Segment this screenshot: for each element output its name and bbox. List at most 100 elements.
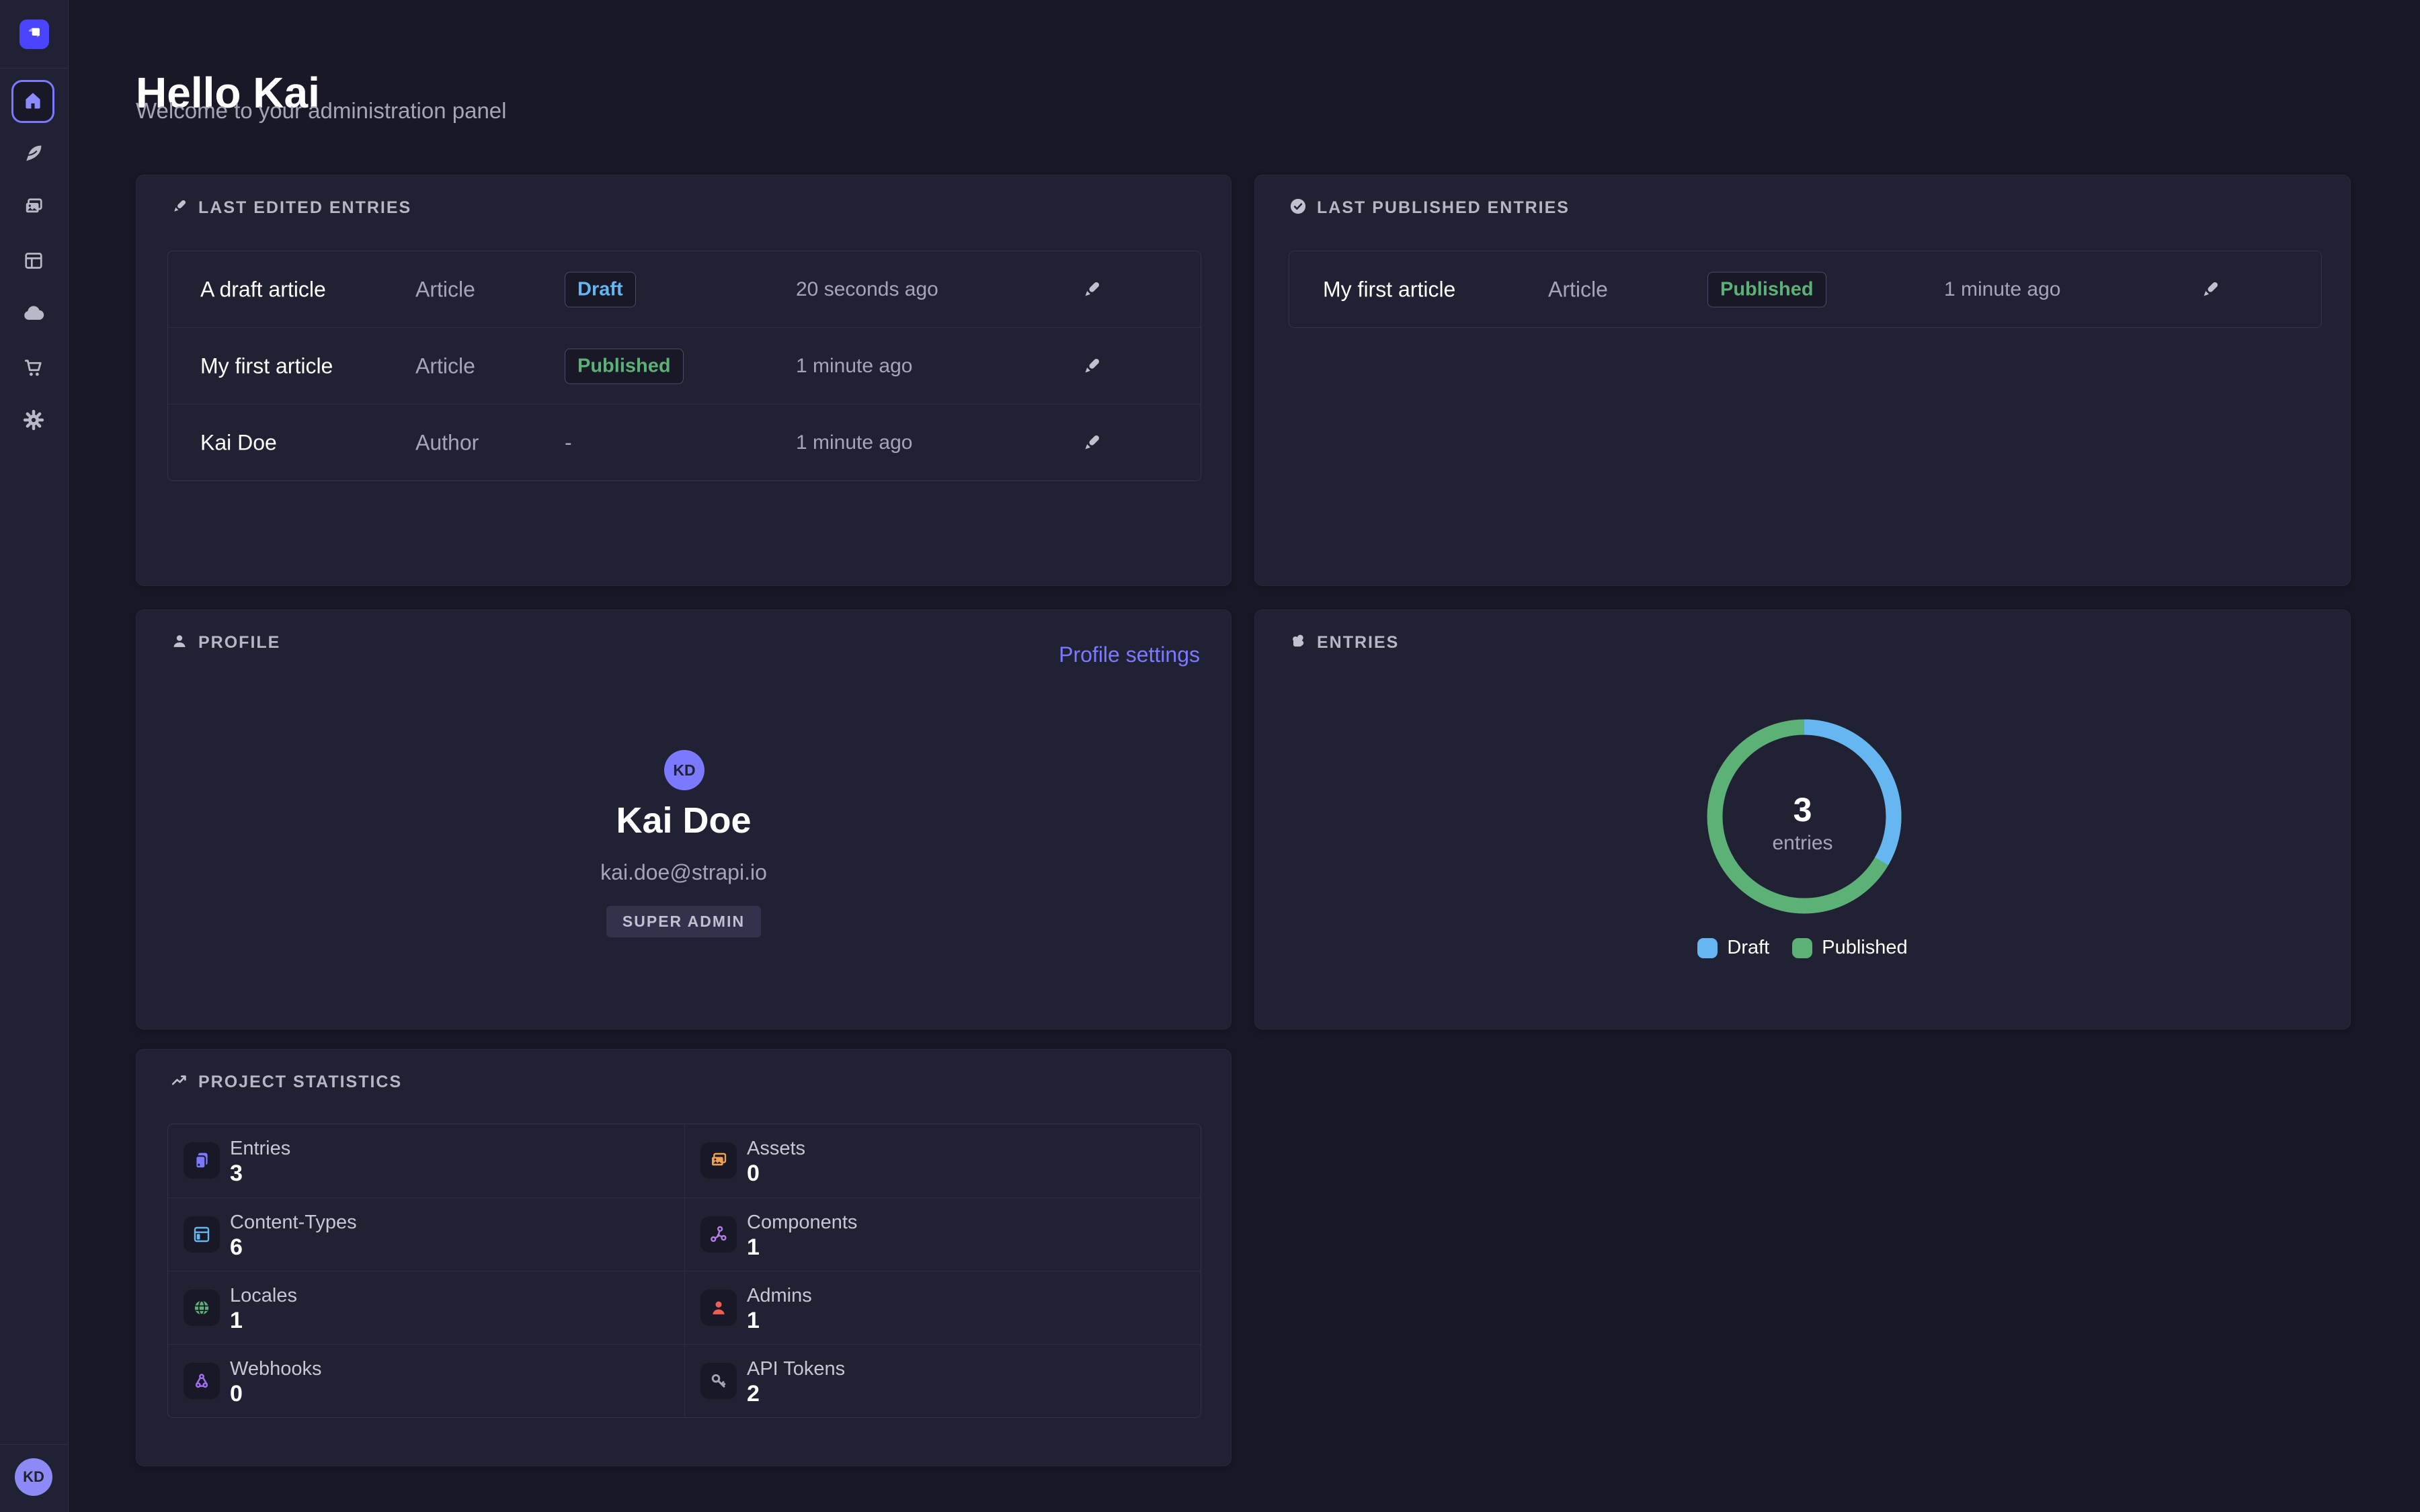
- entry-time: 1 minute ago: [796, 431, 912, 454]
- stat-cell-webhooks: Webhooks 0: [168, 1344, 684, 1417]
- strapi-dashboard: KD Hello Kai Welcome to your administrat…: [0, 0, 2420, 1512]
- profile-email: kai.doe@strapi.io: [136, 860, 1231, 885]
- entries-count: 3: [1255, 790, 2350, 829]
- sidebar-item-content-type-builder[interactable]: [19, 247, 48, 277]
- sidebar-item-media-library[interactable]: [19, 194, 48, 223]
- entries-table: A draft article Article Draft 20 seconds…: [167, 251, 1201, 481]
- panel-title: LAST EDITED ENTRIES: [198, 198, 411, 218]
- webhooks-stat-icon: [184, 1363, 220, 1399]
- last-edited-entries-panel: LAST EDITED ENTRIES A draft article Arti…: [136, 175, 1232, 586]
- sidebar-item-cloud[interactable]: [19, 300, 48, 329]
- last-published-entries-panel: LAST PUBLISHED ENTRIES My first article …: [1254, 175, 2351, 586]
- stat-value: 2: [747, 1381, 760, 1407]
- stat-label: Entries: [230, 1138, 290, 1160]
- role-badge: SUPER ADMIN: [606, 906, 761, 937]
- check-circle-icon: [1289, 197, 1307, 219]
- project-statistics-panel: PROJECT STATISTICS Entries 3: [136, 1049, 1232, 1466]
- panel-header: PROFILE: [170, 632, 280, 654]
- stat-value: 1: [747, 1308, 760, 1334]
- strapi-logo[interactable]: [19, 19, 49, 49]
- profile-initials: KD: [673, 761, 695, 780]
- profile-name: Kai Doe: [136, 800, 1231, 841]
- entry-type: Article: [1548, 277, 1608, 302]
- stat-cell-components: Components 1: [684, 1198, 1201, 1271]
- status-badge: Published: [565, 348, 684, 384]
- stat-label: Admins: [747, 1285, 812, 1307]
- legend-item-draft: Draft: [1697, 937, 1769, 959]
- stat-value: 6: [230, 1234, 243, 1261]
- feather-pen-icon: [22, 141, 46, 169]
- entry-time: 1 minute ago: [1944, 278, 2060, 301]
- sidebar-divider: [0, 1444, 68, 1445]
- panel-header: ENTRIES: [1289, 632, 1399, 654]
- puzzle-blob-icon: [1289, 632, 1307, 654]
- panel-header: LAST PUBLISHED ENTRIES: [1289, 197, 1570, 219]
- home-icon: [22, 89, 44, 115]
- profile-panel: PROFILE Profile settings KD Kai Doe kai.…: [136, 610, 1232, 1030]
- sidebar-item-settings[interactable]: [19, 407, 48, 436]
- entry-title: My first article: [200, 353, 333, 378]
- stat-cell-content-types: Content-Types 6: [168, 1198, 684, 1271]
- entry-type: Article: [415, 277, 475, 302]
- user-avatar[interactable]: KD: [15, 1458, 52, 1496]
- panel-title: PROFILE: [198, 633, 280, 653]
- stat-cell-assets: Assets 0: [684, 1124, 1201, 1198]
- panel-title: ENTRIES: [1317, 633, 1399, 653]
- entry-title: A draft article: [200, 277, 326, 302]
- chart-legend: Draft Published: [1255, 937, 2350, 959]
- pencil-icon: [170, 197, 189, 219]
- trending-up-icon: [170, 1071, 189, 1093]
- legend-label: Published: [1822, 937, 1907, 959]
- table-row: My first article Article Published 1 min…: [1289, 251, 2321, 327]
- api-tokens-stat-icon: [700, 1363, 737, 1399]
- table-row: Kai Doe Author - 1 minute ago: [168, 404, 1201, 480]
- gear-icon: [22, 408, 46, 435]
- profile-avatar: KD: [664, 750, 704, 790]
- page-subtitle: Welcome to your administration panel: [136, 98, 507, 124]
- status-badge: -: [565, 430, 572, 455]
- layout-icon: [22, 249, 46, 276]
- entry-time: 20 seconds ago: [796, 278, 938, 301]
- status-badge: Draft: [565, 271, 636, 307]
- assets-stat-icon: [700, 1142, 737, 1179]
- entry-title: Kai Doe: [200, 430, 277, 455]
- edit-entry-button[interactable]: [1073, 424, 1111, 462]
- strapi-logo-icon: [26, 24, 44, 45]
- stat-value: 0: [230, 1381, 243, 1407]
- sidebar-item-content-manager[interactable]: [19, 140, 48, 169]
- edit-entry-button[interactable]: [1073, 271, 1111, 308]
- edit-entry-button[interactable]: [1073, 347, 1111, 385]
- shopping-cart-icon: [22, 355, 46, 383]
- stat-cell-entries: Entries 3: [168, 1124, 684, 1198]
- table-row: A draft article Article Draft 20 seconds…: [168, 251, 1201, 327]
- entries-panel: ENTRIES 3 entries Draft Published: [1254, 610, 2351, 1030]
- stat-label: Content-Types: [230, 1212, 357, 1234]
- sidebar-item-marketplace[interactable]: [19, 354, 48, 384]
- sidebar-item-home[interactable]: [11, 80, 54, 123]
- stat-label: Webhooks: [230, 1358, 322, 1380]
- profile-settings-link[interactable]: Profile settings: [1059, 642, 1200, 667]
- stat-cell-api-tokens: API Tokens 2: [684, 1344, 1201, 1417]
- entries-unit: entries: [1255, 832, 2350, 855]
- stat-cell-locales: Locales 1: [168, 1271, 684, 1344]
- panel-title: LAST PUBLISHED ENTRIES: [1317, 198, 1570, 218]
- panel-header: LAST EDITED ENTRIES: [170, 197, 411, 219]
- published-color-chip: [1792, 938, 1812, 958]
- user-initials: KD: [23, 1468, 44, 1486]
- stat-value: 0: [747, 1161, 760, 1187]
- cloud-icon: [21, 300, 46, 329]
- panel-title: PROJECT STATISTICS: [198, 1073, 402, 1092]
- stat-value: 3: [230, 1161, 243, 1187]
- admins-stat-icon: [700, 1290, 737, 1326]
- entry-type: Article: [415, 353, 475, 378]
- stats-grid: Entries 3 Assets 0: [167, 1124, 1201, 1418]
- edit-entry-button[interactable]: [2191, 271, 2229, 308]
- entry-title: My first article: [1323, 277, 1455, 302]
- stat-label: Components: [747, 1212, 857, 1234]
- components-stat-icon: [700, 1216, 737, 1253]
- locales-stat-icon: [184, 1290, 220, 1326]
- panel-header: PROJECT STATISTICS: [170, 1071, 402, 1093]
- sidebar: KD: [0, 0, 69, 1512]
- person-icon: [170, 632, 189, 654]
- entry-time: 1 minute ago: [796, 355, 912, 378]
